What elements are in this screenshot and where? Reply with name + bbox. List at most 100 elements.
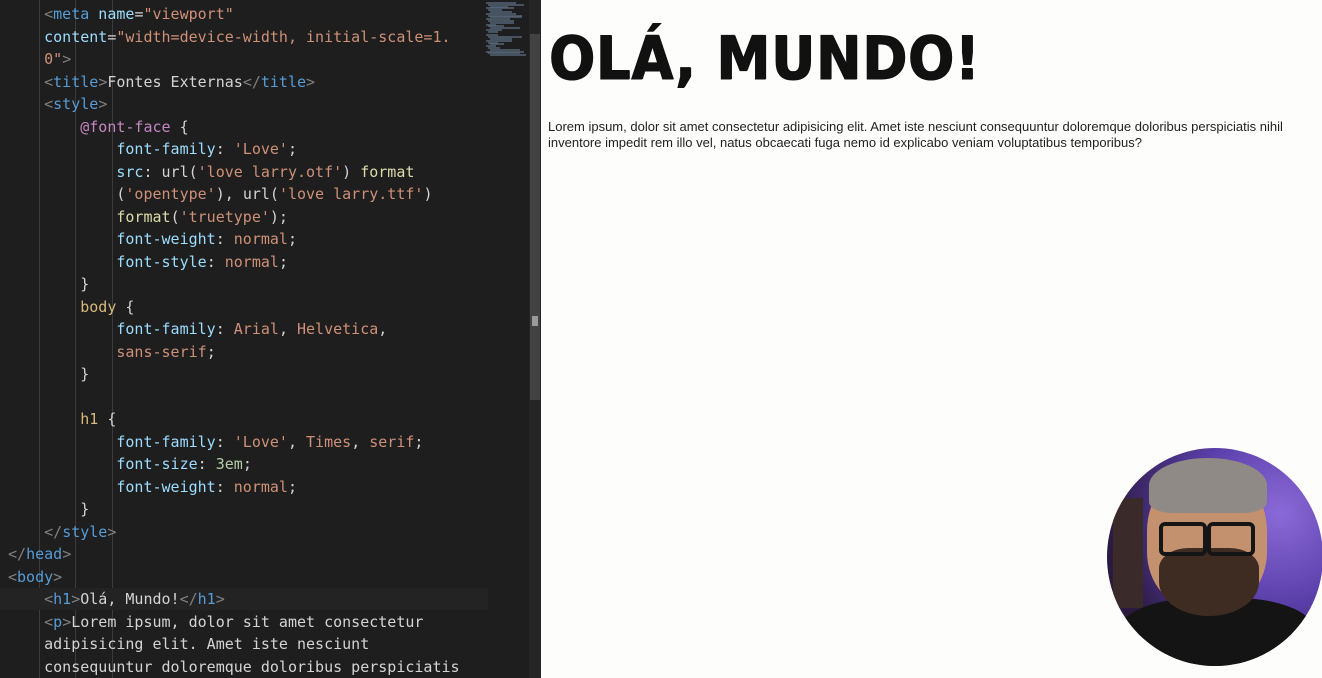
code-token: 'Love': [233, 140, 288, 158]
code-token: 'opentype': [125, 185, 216, 203]
code-line[interactable]: src: url('love larry.otf') format: [0, 161, 414, 183]
code-token: head: [26, 545, 63, 563]
code-token: }: [80, 500, 90, 518]
code-line[interactable]: h1 {: [0, 408, 116, 430]
code-token: :: [143, 162, 162, 181]
code-token: :: [215, 140, 234, 158]
code-token: h1: [53, 590, 72, 608]
code-token: }: [80, 365, 90, 383]
code-line[interactable]: }: [0, 363, 89, 385]
code-token: ;: [242, 455, 252, 473]
code-line[interactable]: <meta name="viewport": [0, 3, 234, 25]
code-line[interactable]: }: [0, 273, 89, 295]
code-line[interactable]: <h1>Olá, Mundo!</h1>: [0, 588, 488, 610]
code-line[interactable]: font-style: normal;: [0, 251, 288, 273]
code-token: 3em: [215, 455, 243, 473]
code-line[interactable]: font-size: 3em;: [0, 453, 252, 475]
code-line[interactable]: @font-face {: [0, 116, 188, 138]
code-line[interactable]: body {: [0, 296, 134, 318]
code-token: serif: [369, 432, 415, 451]
code-line[interactable]: adipisicing elit. Amet iste nesciunt: [0, 633, 369, 655]
code-line[interactable]: font-weight: normal;: [0, 476, 297, 498]
code-token: ),: [215, 185, 243, 203]
code-line[interactable]: consequuntur doloremque doloribus perspi…: [0, 656, 459, 678]
background-shelf: [1113, 498, 1143, 608]
code-token: ;: [414, 432, 424, 451]
code-token: >: [98, 95, 108, 113]
code-token: <: [44, 612, 54, 631]
code-token: sans-serif: [116, 342, 207, 361]
code-line[interactable]: font-weight: normal;: [0, 228, 297, 250]
code-token: >: [62, 50, 72, 68]
glasses-right-lens: [1207, 522, 1255, 556]
code-token: format: [360, 162, 415, 181]
code-token: Fontes Externas: [107, 72, 243, 91]
code-token: 'love larry.otf': [197, 162, 343, 181]
code-token: {: [98, 410, 117, 428]
code-token: 'truetype': [179, 207, 270, 226]
code-token: url(: [161, 162, 198, 181]
code-token: >: [215, 590, 225, 608]
code-token: content: [44, 27, 108, 46]
code-token: Lorem ipsum, dolor sit amet consectetur: [71, 612, 424, 631]
code-token: 'love larry.ttf': [278, 185, 424, 203]
code-token: ;: [287, 477, 297, 496]
code-line[interactable]: <title>Fontes Externas</title>: [0, 71, 315, 93]
code-line[interactable]: format('truetype');: [0, 206, 288, 228]
editor-scrollbar[interactable]: [529, 0, 541, 678]
code-line[interactable]: }: [0, 498, 89, 520]
code-token: ,: [287, 432, 307, 451]
code-token: 0": [44, 50, 63, 68]
code-line[interactable]: <body>: [0, 566, 62, 588]
code-token: <: [44, 95, 54, 113]
code-token: meta: [53, 5, 90, 23]
code-line[interactable]: font-family: 'Love';: [0, 138, 297, 160]
code-token: ,: [378, 320, 388, 338]
code-token: <: [44, 590, 54, 608]
code-token: Times: [306, 432, 352, 451]
code-token: >: [98, 72, 108, 91]
code-line[interactable]: content="width=device-width, initial-sca…: [0, 26, 451, 48]
scrollbar-thumb[interactable]: [530, 34, 540, 400]
code-editor[interactable]: <meta name="viewport" content="width=dev…: [0, 0, 541, 678]
code-token: <: [44, 5, 54, 23]
code-line[interactable]: <p>Lorem ipsum, dolor sit amet consectet…: [0, 611, 423, 633]
code-token: h1: [80, 410, 99, 428]
code-token: :: [215, 320, 234, 338]
code-token: :: [215, 230, 234, 248]
code-line[interactable]: font-family: Arial, Helvetica,: [0, 318, 387, 340]
code-token: "width=device-width, initial-scale=1.: [116, 27, 451, 46]
code-token: </: [179, 590, 198, 608]
minimap[interactable]: [486, 0, 530, 60]
code-line[interactable]: [0, 386, 8, 408]
code-line[interactable]: ('opentype'), url('love larry.ttf'): [0, 183, 432, 205]
code-token: :: [206, 252, 225, 271]
code-line[interactable]: font-family: 'Love', Times, serif;: [0, 431, 423, 453]
code-line[interactable]: </head>: [0, 543, 71, 565]
code-line[interactable]: <style>: [0, 93, 107, 115]
code-token: );: [269, 207, 288, 226]
code-line[interactable]: sans-serif;: [0, 341, 215, 363]
webcam-overlay: [1107, 448, 1322, 666]
code-line[interactable]: 0">: [0, 48, 71, 70]
code-token: normal: [233, 477, 288, 496]
code-area[interactable]: <meta name="viewport" content="width=dev…: [0, 0, 488, 678]
code-token: ,: [278, 320, 297, 338]
code-line[interactable]: </style>: [0, 521, 116, 543]
glasses-left-lens: [1159, 522, 1207, 556]
code-token: font-family: [116, 432, 216, 451]
code-token: }: [80, 275, 90, 293]
